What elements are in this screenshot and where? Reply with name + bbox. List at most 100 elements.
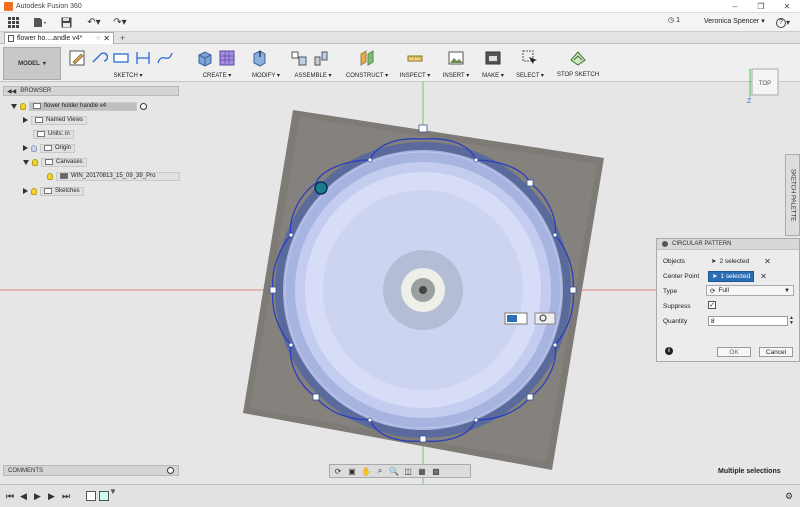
grid-snaps-icon[interactable]: ▦	[417, 467, 427, 476]
step-forward-icon[interactable]: ▶	[48, 491, 55, 502]
expand-icon[interactable]	[23, 117, 28, 123]
go-to-start-icon[interactable]: ⏮	[6, 491, 14, 502]
sketch-palette-tab[interactable]: SKETCH PALETTE	[785, 154, 800, 236]
extrude-box-icon[interactable]	[196, 49, 214, 67]
expand-icon[interactable]	[23, 159, 29, 165]
clear-center-point-icon[interactable]: ✕	[760, 272, 767, 281]
activate-radio-icon[interactable]	[140, 102, 147, 110]
document-tab[interactable]: flower ho....andle v4* ○ ✕	[4, 32, 114, 44]
cancel-button[interactable]: Cancel	[759, 347, 793, 357]
job-status[interactable]: ◷ 1	[668, 16, 680, 25]
undo-icon[interactable]: ↶▾	[84, 16, 104, 29]
make-group[interactable]: MAKE ▾	[478, 47, 508, 80]
select-group[interactable]: SELECT ▾	[514, 47, 546, 80]
selected-sketch-point[interactable]	[314, 181, 328, 195]
look-at-icon[interactable]: ▣	[347, 467, 357, 476]
create-group[interactable]: CREATE ▾	[194, 47, 240, 80]
expand-icon[interactable]	[23, 188, 28, 194]
tree-units[interactable]: Units: in	[33, 129, 74, 139]
close-icon[interactable]: ✕	[774, 0, 800, 13]
press-pull-icon[interactable]	[250, 49, 268, 67]
quantity-stepper[interactable]: ▲ ▼	[789, 316, 794, 326]
rectangle-tool-icon[interactable]	[112, 49, 130, 67]
viewports-icon[interactable]: ▩	[431, 467, 441, 476]
step-back-icon[interactable]: ◀	[20, 491, 27, 502]
type-dropdown[interactable]: ⟳ Full ▼	[706, 285, 794, 296]
joint-icon[interactable]	[312, 49, 330, 67]
measure-icon[interactable]	[406, 49, 424, 67]
play-icon[interactable]: ▶	[34, 491, 41, 502]
timeline-settings-icon[interactable]: ⚙	[785, 491, 793, 502]
maximize-icon[interactable]: ❐	[748, 0, 774, 13]
offset-plane-icon[interactable]	[358, 49, 376, 67]
display-settings-icon[interactable]: ◫	[403, 467, 413, 476]
expand-icon[interactable]	[23, 145, 28, 151]
orbit-icon[interactable]: ⟳	[333, 467, 343, 476]
browser-header[interactable]: ◀◀ BROWSER	[3, 86, 179, 96]
tree-canvases[interactable]: Canvases	[23, 157, 87, 167]
dimension-tool-icon[interactable]	[134, 49, 152, 67]
save-icon[interactable]	[60, 16, 73, 29]
tree-canvas-image[interactable]: WIN_20170813_15_09_39_Pro	[47, 171, 180, 181]
visibility-bulb-icon[interactable]	[47, 172, 53, 180]
viewcube[interactable]: TOP Z	[744, 65, 782, 103]
timeline-sketch-icon[interactable]	[99, 491, 109, 501]
suppress-checkbox[interactable]: ✓	[708, 301, 716, 309]
minimize-icon[interactable]: –	[722, 0, 748, 13]
tree-root[interactable]: flower holder handle v4	[11, 101, 147, 111]
select-arrow-icon[interactable]	[521, 49, 539, 67]
info-icon[interactable]: i	[665, 347, 673, 355]
construct-group[interactable]: CONSTRUCT ▾	[344, 47, 390, 80]
inspect-group[interactable]: INSPECT ▾	[396, 47, 434, 80]
close-tab-icon[interactable]: ✕	[103, 34, 110, 43]
visibility-bulb-icon[interactable]	[31, 187, 37, 195]
comments-panel[interactable]: COMMENTS	[3, 465, 179, 476]
canvas-photo[interactable]	[243, 110, 604, 470]
root-component[interactable]: flower holder handle v4	[29, 101, 137, 111]
quantity-field[interactable]	[708, 316, 788, 326]
visibility-bulb-icon[interactable]	[31, 144, 37, 152]
objects-selection[interactable]: ➤ 2 selected	[708, 256, 752, 267]
spline-tool-icon[interactable]	[156, 49, 174, 67]
tree-sketches[interactable]: Sketches	[23, 186, 84, 196]
file-menu-icon[interactable]	[32, 16, 48, 29]
sketch-group[interactable]: SKETCH ▾	[66, 47, 190, 80]
insert-group[interactable]: INSERT ▾	[440, 47, 472, 80]
modify-group[interactable]: MODIFY ▾	[248, 47, 284, 80]
clear-objects-icon[interactable]: ✕	[764, 257, 771, 266]
assemble-group[interactable]: ASSEMBLE ▾	[288, 47, 338, 80]
new-component-icon[interactable]	[290, 49, 308, 67]
dialog-header[interactable]: CIRCULAR PATTERN	[657, 239, 799, 250]
user-menu[interactable]: Veronica Spencer ▾	[704, 17, 765, 25]
pan-hand-icon[interactable]: ✋	[361, 467, 371, 476]
dialog-collapse-icon[interactable]	[662, 241, 668, 247]
redo-icon[interactable]: ↷▾	[110, 16, 130, 29]
tree-origin[interactable]: Origin	[23, 143, 76, 153]
comments-radio-icon[interactable]	[167, 467, 174, 474]
expand-icon[interactable]	[11, 103, 17, 109]
ok-button[interactable]: OK	[717, 347, 751, 357]
new-tab-icon[interactable]: +	[120, 33, 125, 43]
timeline-canvas-icon[interactable]	[86, 491, 96, 501]
fit-icon[interactable]: 🔍	[389, 467, 399, 476]
zoom-icon[interactable]: ⌕	[375, 466, 385, 476]
3d-print-icon[interactable]	[484, 49, 502, 67]
share-icon[interactable]: ○	[96, 35, 100, 42]
help-button[interactable]: ? ▾	[774, 16, 792, 29]
inspect-group-label: INSPECT ▾	[399, 73, 431, 79]
stop-sketch-icon[interactable]	[569, 49, 587, 67]
insert-image-icon[interactable]	[447, 49, 465, 67]
workspace-switcher[interactable]: MODEL ▾	[3, 47, 61, 80]
center-point-selection[interactable]: ➤ 1 selected	[708, 270, 755, 282]
data-panel-grid-icon[interactable]	[6, 16, 20, 29]
timeline-marker-icon[interactable]: ▼	[109, 487, 117, 496]
visibility-bulb-icon[interactable]	[20, 102, 26, 110]
go-to-end-icon[interactable]: ⏭	[62, 491, 70, 502]
stop-sketch-group[interactable]: STOP SKETCH	[556, 47, 600, 80]
collapse-icon[interactable]: ◀◀	[7, 88, 16, 95]
create-sketch-icon[interactable]	[68, 49, 86, 67]
form-cube-icon[interactable]	[218, 49, 236, 67]
visibility-bulb-icon[interactable]	[32, 158, 38, 166]
line-tool-icon[interactable]	[90, 49, 108, 67]
tree-named-views[interactable]: Named Views	[23, 115, 87, 125]
